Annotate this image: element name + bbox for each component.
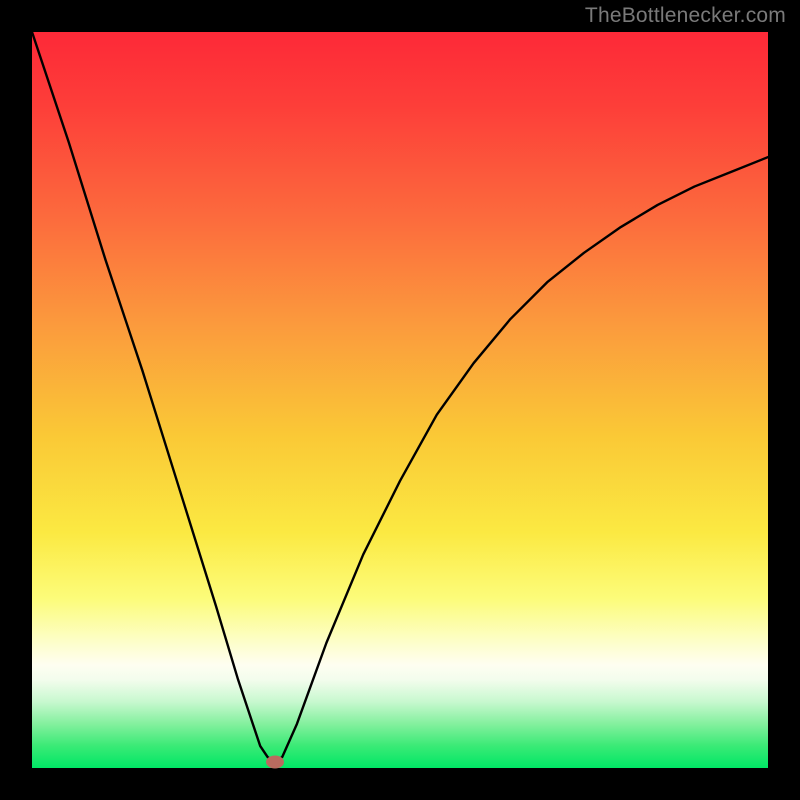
bottleneck-curve — [32, 32, 768, 768]
watermark-text: TheBottlenecker.com — [585, 4, 786, 28]
optimal-point-marker — [266, 756, 284, 769]
chart-plot-area — [32, 32, 768, 768]
